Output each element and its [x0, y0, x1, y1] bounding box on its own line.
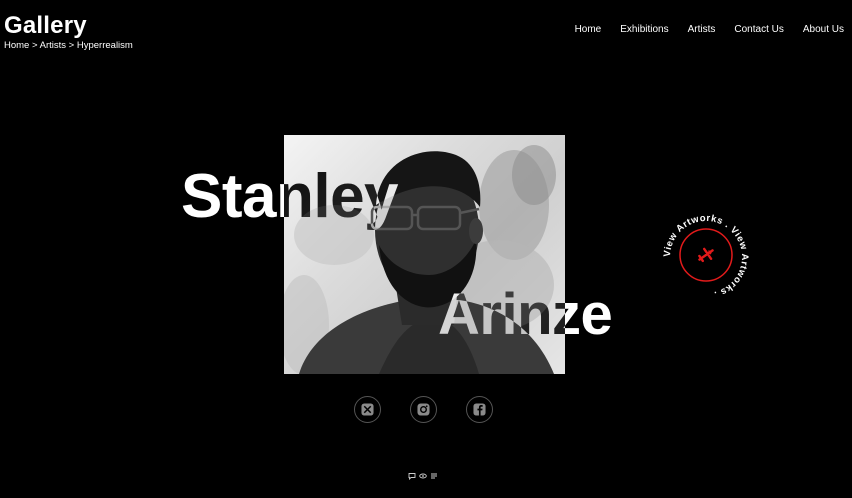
main-nav: Home Exhibitions Artists Contact Us Abou… [556, 23, 844, 37]
comment-icon[interactable] [408, 472, 416, 480]
instagram-icon [417, 403, 430, 416]
artist-first-name: Stanley [181, 162, 399, 231]
mini-toolbar [408, 472, 438, 480]
facebook-link[interactable] [466, 396, 493, 423]
nav-contact-us[interactable]: Contact Us [734, 23, 783, 37]
eye-icon[interactable] [419, 472, 427, 480]
nav-home[interactable]: Home [575, 23, 602, 37]
brand-block: Gallery Home > Artists > Hyperrealism [4, 12, 133, 52]
nav-exhibitions[interactable]: Exhibitions [620, 23, 668, 37]
breadcrumb-separator: > [29, 40, 40, 51]
instagram-link[interactable] [410, 396, 437, 423]
breadcrumb-current[interactable]: Hyperrealism [77, 40, 133, 51]
artist-last-name: Arinze [438, 282, 613, 347]
x-twitter-icon [361, 403, 374, 416]
site-title[interactable]: Gallery [4, 12, 133, 40]
breadcrumb-separator: > [66, 40, 77, 51]
social-links [354, 396, 493, 423]
x-twitter-link[interactable] [354, 396, 381, 423]
breadcrumb-artists[interactable]: Artists [40, 40, 66, 51]
view-artworks-badge: View Artworks . View Artworks . [662, 213, 750, 300]
facebook-icon [473, 403, 486, 416]
nav-about-us[interactable]: About Us [803, 23, 844, 37]
breadcrumb: Home > Artists > Hyperrealism [4, 40, 133, 52]
view-artworks-button[interactable]: View Artworks . View Artworks . [660, 211, 752, 303]
breadcrumb-home[interactable]: Home [4, 40, 29, 51]
list-icon[interactable] [430, 472, 438, 480]
nav-artists[interactable]: Artists [688, 23, 716, 37]
